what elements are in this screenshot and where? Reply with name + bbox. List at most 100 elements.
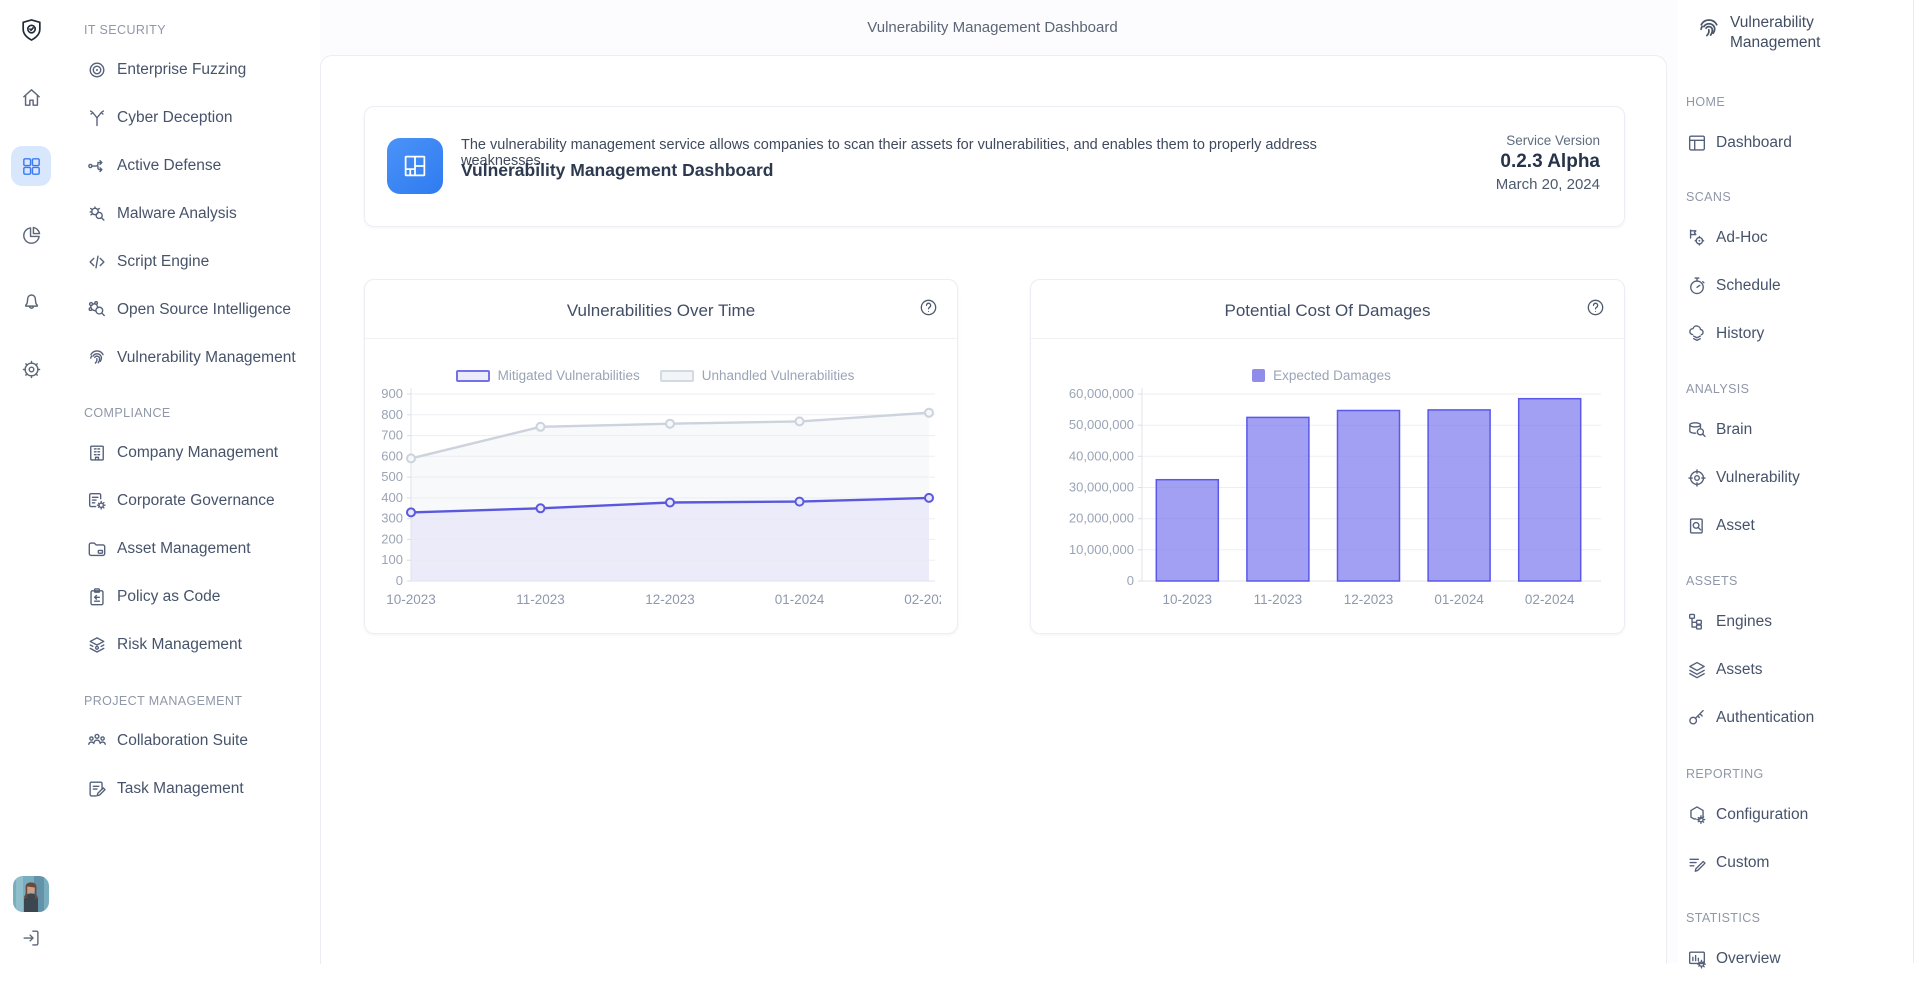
svg-text:02-2024: 02-2024: [904, 592, 941, 607]
document-gear-icon: [86, 490, 108, 512]
svg-text:12-2023: 12-2023: [1344, 592, 1394, 607]
sidebar-item-label: Enterprise Fuzzing: [117, 61, 246, 79]
svg-text:500: 500: [381, 469, 403, 484]
sidebar-item-active-defense[interactable]: Active Defense: [62, 142, 320, 190]
svg-text:100: 100: [381, 552, 403, 567]
sidebar-item-label: Risk Management: [117, 636, 242, 654]
divider: [1031, 338, 1624, 339]
sidebar-item-asset-management[interactable]: Asset Management: [62, 525, 320, 573]
svg-text:11-2023: 11-2023: [516, 592, 565, 607]
cloud-history-icon: [1686, 323, 1708, 345]
help-icon[interactable]: [1585, 297, 1606, 318]
hexagon-gear-icon: [1686, 804, 1708, 826]
service-version-label: Service Version: [1496, 133, 1600, 148]
sidebar-item-label: Collaboration Suite: [117, 732, 248, 750]
home-icon[interactable]: [11, 77, 51, 117]
database-search-icon: [1686, 419, 1708, 441]
dashboard-layout-icon: [387, 138, 443, 194]
sidebar-item-authentication[interactable]: Authentication: [1678, 694, 1920, 742]
sidebar-item-overview[interactable]: Overview: [1678, 935, 1920, 983]
logout-icon[interactable]: [11, 918, 51, 958]
building-icon: [86, 442, 108, 464]
dashboard-window-icon: [1686, 132, 1708, 154]
gear-icon[interactable]: [11, 349, 51, 389]
flow-branch-icon: [86, 155, 108, 177]
sidebar-item-engines[interactable]: Engines: [1678, 598, 1920, 646]
folder-icon: [86, 538, 108, 560]
avatar[interactable]: [13, 876, 49, 912]
sidebar-item-vulnerability-management[interactable]: Vulnerability Management: [62, 334, 320, 382]
sidebar-item-label: Engines: [1716, 613, 1772, 631]
svg-text:0: 0: [396, 573, 403, 588]
vulnerabilities-over-time-card: Vulnerabilities Over Time Mitigated Vuln…: [364, 279, 958, 634]
help-icon[interactable]: [918, 297, 939, 318]
stopwatch-icon: [1686, 275, 1708, 297]
fingerprint-icon: [86, 347, 108, 369]
fork-icon: [86, 107, 108, 129]
icon-rail: [0, 0, 62, 963]
service-title: Vulnerability Management Dashboard: [461, 160, 773, 181]
document-search-icon: [1686, 515, 1708, 537]
main-panel: The vulnerability management service all…: [320, 55, 1667, 964]
svg-text:40,000,000: 40,000,000: [1069, 448, 1134, 463]
bug-search-icon: [86, 203, 108, 225]
people-icon: [86, 730, 108, 752]
network-search-icon: [86, 299, 108, 321]
potential-cost-chart: 010,000,00020,000,00030,000,00040,000,00…: [1047, 380, 1607, 630]
svg-text:01-2024: 01-2024: [775, 592, 825, 607]
sidebar-item-label: Open Source Intelligence: [117, 301, 291, 319]
right-sidebar: Vulnerability Management HOMEDashboardSC…: [1678, 0, 1920, 963]
potential-cost-card: Potential Cost Of Damages Expected Damag…: [1030, 279, 1625, 634]
globe-target-icon: [1686, 467, 1708, 489]
pie-chart-icon[interactable]: [11, 215, 51, 255]
svg-text:20,000,000: 20,000,000: [1069, 511, 1134, 526]
bell-icon[interactable]: [11, 281, 51, 321]
sidebar-item-label: Active Defense: [117, 157, 221, 175]
svg-text:600: 600: [381, 448, 403, 463]
sidebar-item-label: Cyber Deception: [117, 109, 232, 127]
sidebar-item-vulnerability[interactable]: Vulnerability: [1678, 454, 1920, 502]
sidebar-item-company-management[interactable]: Company Management: [62, 429, 320, 477]
sidebar-item-label: Policy as Code: [117, 588, 220, 606]
sidebar-item-schedule[interactable]: Schedule: [1678, 262, 1920, 310]
sidebar-item-policy-as-code[interactable]: Policy as Code: [62, 573, 320, 621]
sidebar-item-cyber-deception[interactable]: Cyber Deception: [62, 94, 320, 142]
sidebar-item-enterprise-fuzzing[interactable]: Enterprise Fuzzing: [62, 46, 320, 94]
sidebar-item-collaboration-suite[interactable]: Collaboration Suite: [62, 717, 320, 765]
logo-shield-icon[interactable]: [11, 10, 51, 50]
left-sidebar: IT SECURITYEnterprise FuzzingCyber Decep…: [62, 0, 320, 963]
service-version-date: March 20, 2024: [1496, 176, 1600, 193]
sidebar-item-assets[interactable]: Assets: [1678, 646, 1920, 694]
sidebar-item-history[interactable]: History: [1678, 310, 1920, 358]
svg-text:0: 0: [1127, 573, 1134, 588]
sidebar-item-brain[interactable]: Brain: [1678, 406, 1920, 454]
apps-grid-icon[interactable]: [11, 146, 51, 186]
svg-text:900: 900: [381, 386, 403, 401]
sidebar-item-risk-management[interactable]: Risk Management: [62, 621, 320, 669]
right-sidebar-title-line1: Vulnerability: [1730, 13, 1820, 33]
service-header-card: The vulnerability management service all…: [364, 106, 1625, 227]
sidebar-item-label: Script Engine: [117, 253, 209, 271]
sidebar-item-dashboard[interactable]: Dashboard: [1678, 119, 1920, 167]
sidebar-item-label: Overview: [1716, 950, 1781, 968]
sidebar-item-corporate-governance[interactable]: Corporate Governance: [62, 477, 320, 525]
svg-text:11-2023: 11-2023: [1254, 592, 1303, 607]
sidebar-item-task-management[interactable]: Task Management: [62, 765, 320, 813]
sidebar-item-script-engine[interactable]: Script Engine: [62, 238, 320, 286]
svg-text:50,000,000: 50,000,000: [1069, 417, 1134, 432]
sidebar-item-label: Schedule: [1716, 277, 1781, 295]
svg-text:400: 400: [381, 490, 403, 505]
sidebar-item-ad-hoc[interactable]: Ad-Hoc: [1678, 214, 1920, 262]
sidebar-item-label: Company Management: [117, 444, 278, 462]
sidebar-item-asset[interactable]: Asset: [1678, 502, 1920, 550]
sidebar-item-label: Configuration: [1716, 806, 1808, 824]
sidebar-item-configuration[interactable]: Configuration: [1678, 791, 1920, 839]
sidebar-item-open-source-intelligence[interactable]: Open Source Intelligence: [62, 286, 320, 334]
sidebar-item-label: Vulnerability: [1716, 469, 1800, 487]
svg-text:300: 300: [381, 511, 403, 526]
scrollbar-track[interactable]: [1913, 0, 1914, 963]
sidebar-item-malware-analysis[interactable]: Malware Analysis: [62, 190, 320, 238]
sidebar-item-custom[interactable]: Custom: [1678, 839, 1920, 887]
layers-icon: [1686, 659, 1708, 681]
svg-text:10,000,000: 10,000,000: [1069, 542, 1134, 557]
